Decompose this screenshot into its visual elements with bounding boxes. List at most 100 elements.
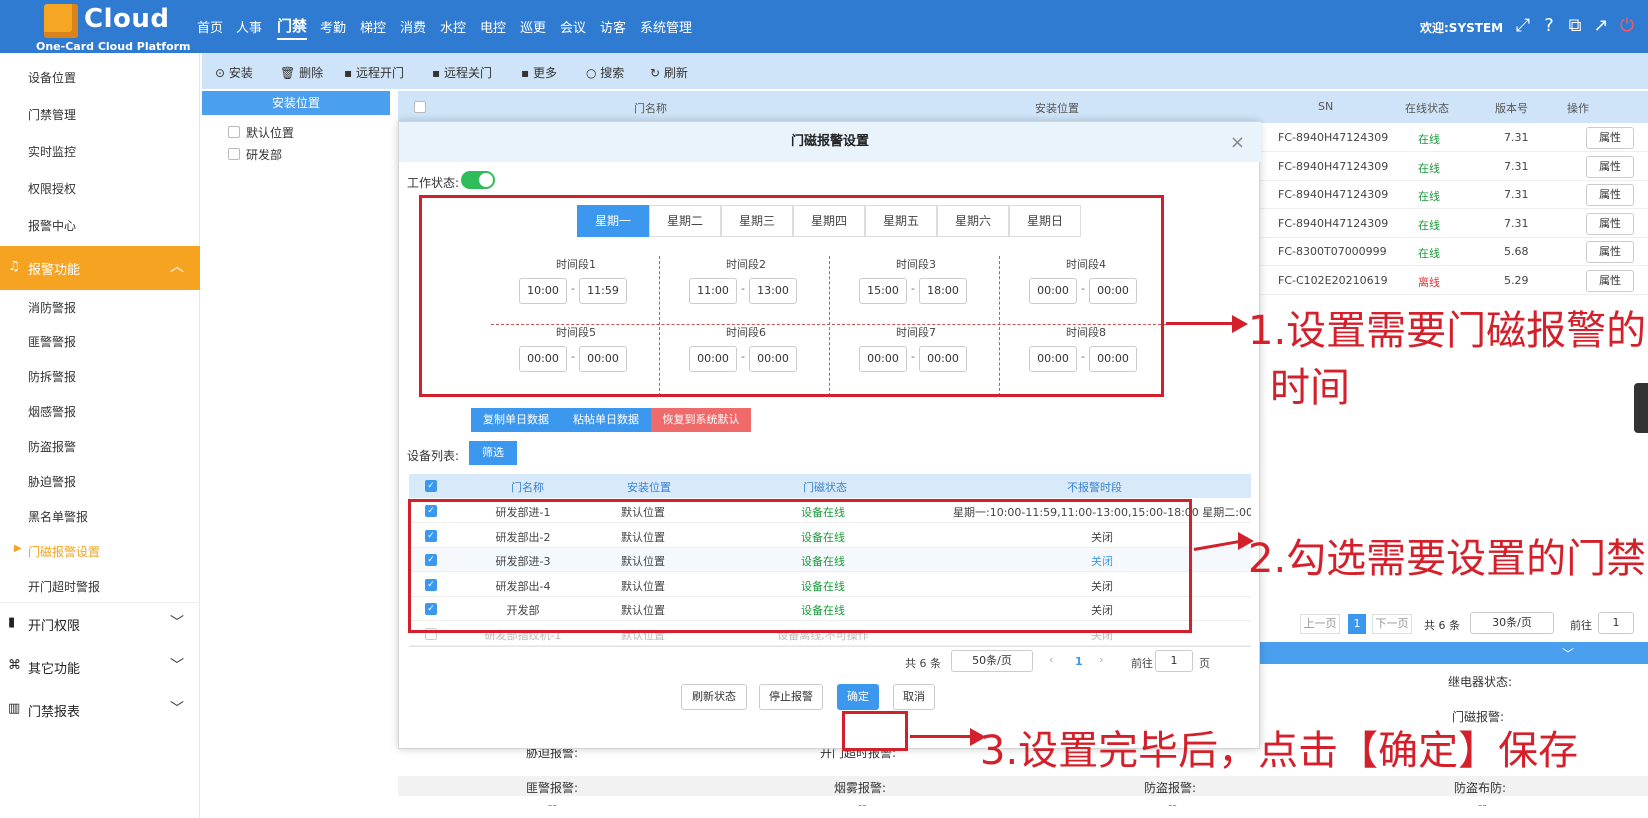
nav-meeting[interactable]: 会议 xyxy=(560,17,586,36)
chevron-down-icon[interactable]: ﹀ xyxy=(170,698,184,718)
power-icon[interactable]: ⏻ xyxy=(1616,15,1638,37)
sidebar-item-access-mgmt[interactable]: 门禁管理 xyxy=(28,106,76,123)
nav-patrol[interactable]: 巡更 xyxy=(520,17,546,36)
tree-item-rd[interactable]: 研发部 xyxy=(246,146,282,163)
device-table-bottom xyxy=(409,646,1251,647)
nav-water[interactable]: 水控 xyxy=(440,17,466,36)
sidebar-group-report[interactable]: 门禁报表 xyxy=(28,701,80,720)
attribute-button[interactable]: 属性 xyxy=(1586,212,1634,235)
sidebar-sub-open-timeout[interactable]: 开门超时警报 xyxy=(28,578,100,595)
sidebar-sub-tamper[interactable]: 防拆警报 xyxy=(28,368,76,385)
nav-access[interactable]: 门禁 xyxy=(277,15,308,40)
sidebar-sub-theft[interactable]: 防盗报警 xyxy=(28,438,76,455)
attribute-button[interactable]: 属性 xyxy=(1586,184,1634,206)
attribute-button[interactable]: 属性 xyxy=(1586,241,1634,263)
nav-attendance[interactable]: 考勤 xyxy=(320,17,346,36)
stop-alarm-button[interactable]: 停止报警 xyxy=(759,684,823,710)
sidebar-item-monitor[interactable]: 实时监控 xyxy=(28,143,76,160)
prev-page-button[interactable]: 上一页 xyxy=(1300,614,1340,634)
nav-visitor[interactable]: 访客 xyxy=(600,17,626,36)
sidebar-group-other[interactable]: 其它功能 xyxy=(28,658,80,677)
goto-input[interactable]: 1 xyxy=(1598,612,1634,634)
goto-label: 前往 xyxy=(1570,619,1592,632)
remote-close-label: 远程关门 xyxy=(443,66,492,80)
next-page-button[interactable]: 下一页 xyxy=(1372,614,1412,634)
sidebar-item-permission[interactable]: 权限授权 xyxy=(28,180,76,197)
help-icon[interactable]: ? xyxy=(1538,15,1560,37)
detail-panel-header[interactable] xyxy=(1252,642,1648,664)
tree-checkbox[interactable] xyxy=(228,126,240,138)
nav-home[interactable]: 首页 xyxy=(197,17,223,36)
sidebar-divider xyxy=(0,602,200,603)
page-size-select[interactable]: 30条/页 xyxy=(1470,612,1554,634)
sidebar-item-device-location[interactable]: 设备位置 xyxy=(28,69,76,86)
tree-checkbox[interactable] xyxy=(228,148,240,160)
device-page-size[interactable]: 50条/页 xyxy=(951,650,1033,672)
toolbar-refresh[interactable]: ↻ 刷新 xyxy=(650,64,688,81)
nav-elevator[interactable]: 梯控 xyxy=(360,17,386,36)
sidebar-group-open-permission[interactable]: 开门权限 xyxy=(28,615,80,634)
active-marker-icon: ▶ xyxy=(14,543,22,554)
side-collapse-tab[interactable] xyxy=(1634,383,1648,433)
main-table-header xyxy=(398,91,1648,123)
nav-hr[interactable]: 人事 xyxy=(236,17,262,36)
col-sn: SN xyxy=(1318,100,1334,113)
device-current-page[interactable]: 1 xyxy=(1075,655,1083,668)
chevron-down-icon[interactable]: ﹀ xyxy=(170,655,184,675)
copy-day-button[interactable]: 复制单日数据 xyxy=(471,408,561,432)
annotation-box-time xyxy=(419,195,1164,397)
tree-item-default[interactable]: 默认位置 xyxy=(246,124,294,141)
external-link-icon[interactable]: ↗ xyxy=(1590,15,1612,37)
attribute-button[interactable]: 属性 xyxy=(1586,155,1634,178)
toolbar-remote-open[interactable]: ▪ 远程开门 xyxy=(344,64,404,81)
chevron-down-icon[interactable]: ﹀ xyxy=(1562,645,1574,662)
chevron-right-icon[interactable]: › xyxy=(1099,653,1103,666)
sidebar-sub-robbery[interactable]: 匪警警报 xyxy=(28,333,76,350)
toolbar-remote-close[interactable]: ▪ 远程关门 xyxy=(432,64,492,81)
empty-value: -- xyxy=(548,798,557,812)
sidebar-sub-smoke[interactable]: 烟感警报 xyxy=(28,403,76,420)
attribute-button[interactable]: 属性 xyxy=(1586,127,1634,149)
toolbar-delete[interactable]: 🗑 删除 xyxy=(280,64,323,81)
chevron-down-icon[interactable]: ﹀ xyxy=(170,612,184,632)
refresh-label: 刷新 xyxy=(663,66,688,80)
toolbar-search[interactable]: ○ 搜索 xyxy=(586,64,624,81)
filter-button[interactable]: 筛选 xyxy=(469,441,517,465)
annotation-step3: 3.设置完毕后，点击【确定】保存 xyxy=(980,728,1579,774)
confirm-button[interactable]: 确定 xyxy=(837,684,879,710)
dcol-door-name: 门名称 xyxy=(511,481,544,494)
sidebar-sub-duress[interactable]: 胁迫警报 xyxy=(28,473,76,490)
annotation-box-confirm xyxy=(842,711,908,751)
sidebar-sub-door-alarm-setting[interactable]: 门磁报警设置 xyxy=(28,543,100,560)
current-page[interactable]: 1 xyxy=(1348,614,1366,634)
cancel-button[interactable]: 取消 xyxy=(893,684,935,710)
toggle-knob xyxy=(479,173,493,187)
reset-default-button[interactable]: 恢复到系统默认 xyxy=(651,408,751,432)
device-total: 共 6 条 xyxy=(905,657,941,670)
toolbar-more[interactable]: ▪ 更多 xyxy=(521,64,557,81)
attribute-button[interactable]: 属性 xyxy=(1586,269,1634,292)
close-icon[interactable]: × xyxy=(1230,132,1245,153)
refresh-status-button[interactable]: 刷新状态 xyxy=(681,684,747,710)
guard-label: 防盗布防: xyxy=(1454,781,1507,795)
logo-subtitle: One-Card Cloud Platform xyxy=(36,40,191,53)
fullscreen-icon[interactable]: ⤢ xyxy=(1512,15,1534,37)
col-online[interactable]: 在线状态 xyxy=(1405,100,1449,116)
police-label: 匪警报警: xyxy=(526,781,579,795)
annotation-arrow-head xyxy=(1232,315,1248,333)
sidebar-sub-fire[interactable]: 消防警报 xyxy=(28,299,76,316)
device-goto-input[interactable]: 1 xyxy=(1155,650,1193,672)
select-all-checkbox[interactable] xyxy=(414,101,426,113)
chevron-left-icon[interactable]: ‹ xyxy=(1049,653,1053,666)
language-icon[interactable]: ⧉ xyxy=(1564,15,1586,37)
row-version: 7.31 xyxy=(1504,188,1529,201)
paste-day-button[interactable]: 粘帖单日数据 xyxy=(561,408,651,432)
sidebar-item-alarm-center[interactable]: 报警中心 xyxy=(28,217,76,234)
nav-system[interactable]: 系统管理 xyxy=(640,17,692,36)
nav-power[interactable]: 电控 xyxy=(480,17,506,36)
sidebar-sub-blacklist[interactable]: 黑名单警报 xyxy=(28,508,88,525)
nav-consume[interactable]: 消费 xyxy=(400,17,426,36)
toolbar-install[interactable]: ⊙ 安装 xyxy=(215,64,253,81)
chevron-up-icon: ︿ xyxy=(170,259,184,275)
select-all-devices-checkbox[interactable]: ✓ xyxy=(425,480,437,492)
